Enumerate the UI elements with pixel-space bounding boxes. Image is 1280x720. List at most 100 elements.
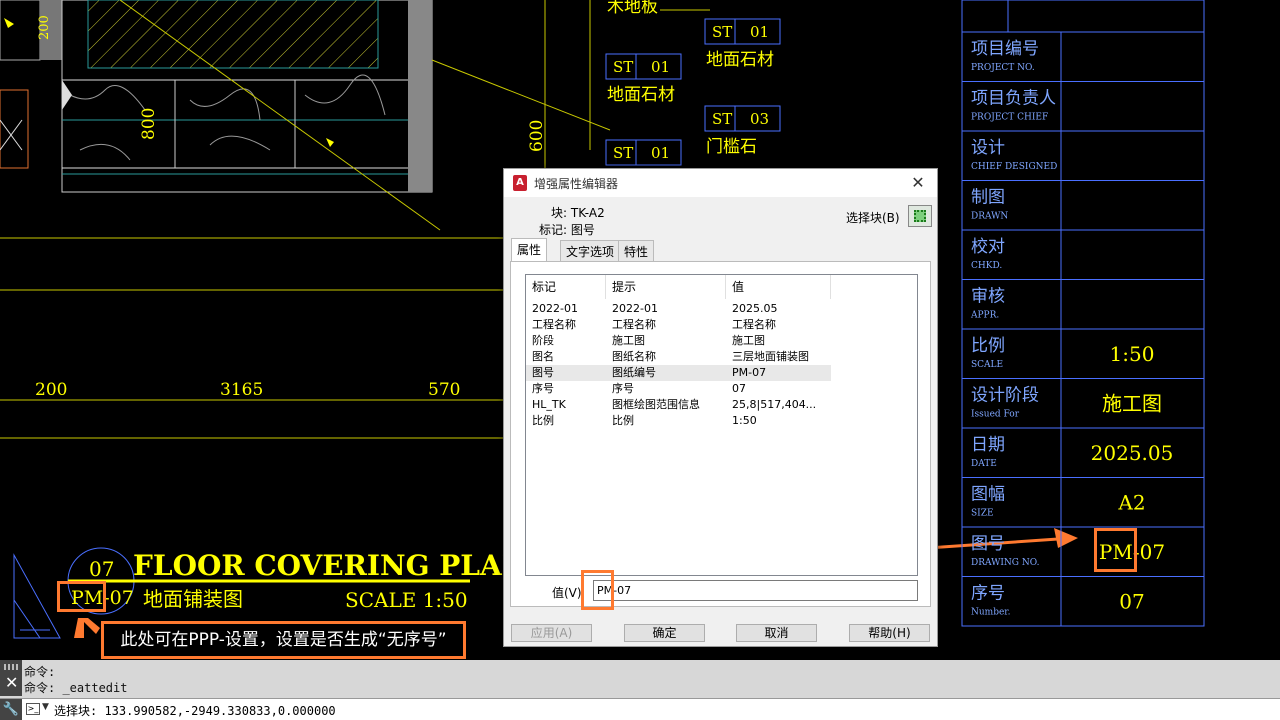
app-icon: A: [513, 175, 527, 191]
title-block-row: 制图 DRAWN: [962, 188, 1204, 231]
title-block-row: 图号DRAWING NO. PM-07: [962, 534, 1204, 577]
attribute-tag: 工程名称: [532, 318, 576, 331]
attribute-row[interactable]: 2022-01 2022-01 2025.05: [526, 301, 831, 317]
close-icon[interactable]: ✕: [5, 675, 18, 691]
enhanced-attribute-editor-dialog[interactable]: A 增强属性编辑器 ✕ 块: TK-A2 标记: 图号 选择块(B) 属性 文字…: [503, 168, 938, 647]
attribute-prompt: 序号: [612, 382, 634, 395]
title-block-label-en: DRAWING NO.: [971, 558, 1040, 568]
attribute-value: 1:50: [732, 414, 757, 427]
attribute-value: 施工图: [732, 334, 765, 347]
select-block-icon: [914, 210, 926, 222]
command-input[interactable]: 选择块: 133.990582,-2949.330833,0.000000: [54, 702, 336, 719]
title-block-label: 比例: [971, 336, 1005, 356]
title-block-label: 审核: [971, 287, 1005, 307]
svg-text:ST: ST: [613, 144, 633, 162]
title-block-row: 项目负责人 PROJECT CHIEF: [962, 89, 1204, 132]
dim-200: 200: [35, 380, 67, 400]
attribute-tag: 阶段: [532, 334, 554, 347]
highlight-plan-drawing-no: [57, 581, 106, 612]
title-block-label: 设计: [971, 138, 1005, 158]
svg-text:ST: ST: [712, 110, 732, 128]
attribute-row[interactable]: 图名 图纸名称 三层地面铺装图: [526, 349, 831, 365]
highlight-value-input: [581, 570, 614, 610]
title-block-label-en: SCALE: [971, 360, 1003, 370]
attribute-value: 三层地面铺装图: [732, 350, 809, 363]
title-block-label: 设计阶段: [971, 386, 1039, 406]
tab-properties[interactable]: 特性: [618, 240, 655, 261]
attribute-prompt: 图纸名称: [612, 350, 656, 363]
title-block-row: 日期 DATE 2025.05: [962, 435, 1204, 478]
command-window[interactable]: ✕ 命令: 命令: _eattedit 🔧 >_ ▼ 选择块: 133.9905…: [0, 660, 1280, 720]
title-block-label-en: Issued For: [971, 410, 1020, 420]
apply-button[interactable]: 应用(A): [511, 624, 592, 642]
column-header-value[interactable]: 值: [726, 275, 831, 299]
command-history-line: 命令:: [24, 665, 56, 679]
attribute-value: PM-07: [732, 366, 767, 379]
svg-text:01: 01: [651, 144, 670, 162]
title-block-row: 图幅 SIZE A2: [962, 485, 1204, 528]
command-window-handle[interactable]: ✕: [0, 660, 22, 696]
title-block-label: 图幅: [971, 485, 1005, 505]
dim-3165: 3165: [220, 380, 263, 400]
pointer-arrowhead-icon: [1054, 528, 1078, 548]
attribute-list[interactable]: 标记 提示 值 2022-01 2022-01 2025.05 工程名称 工程名称 工程名…: [525, 274, 918, 576]
title-block-label: 项目编号: [971, 39, 1039, 59]
help-button[interactable]: 帮助(H): [849, 624, 930, 642]
highlight-titleblock-drawing-no: [1094, 528, 1137, 572]
svg-text:03: 03: [750, 110, 769, 128]
tag-label: 标记: 图号: [539, 223, 595, 237]
attribute-row[interactable]: 序号 序号 07: [526, 381, 831, 397]
chevron-down-icon[interactable]: ▼: [42, 702, 49, 712]
grip-icon[interactable]: [4, 664, 18, 670]
title-block-label-en: PROJECT CHIEF: [971, 113, 1048, 123]
attributes-panel: 标记 提示 值 2022-01 2022-01 2025.05 工程名称 工程名称 工程名…: [510, 261, 931, 607]
annotation-callout: 此处可在PPP-设置，设置是否生成“无序号”: [101, 621, 466, 659]
dialog-titlebar[interactable]: A 增强属性编辑器 ✕: [504, 169, 937, 197]
dim-570: 570: [428, 380, 460, 400]
title-block-label-en: Number.: [971, 608, 1011, 618]
command-prompt-icon[interactable]: >_: [26, 703, 40, 715]
select-block-label: 选择块(B): [846, 211, 900, 225]
title-block-row: 设计阶段 Issued For 施工图: [962, 386, 1204, 429]
value-label: 值(V): [552, 586, 582, 600]
ok-button[interactable]: 确定: [624, 624, 705, 642]
dialog-title: 增强属性编辑器: [534, 177, 619, 191]
column-header-prompt[interactable]: 提示: [606, 275, 726, 299]
title-block-label-en: SIZE: [971, 509, 994, 519]
column-header-tag[interactable]: 标记: [526, 275, 606, 299]
material-tag[interactable]: ST 01: [704, 18, 781, 45]
attribute-tag: 图号: [532, 366, 554, 379]
attribute-row[interactable]: HL_TK 图框绘图范围信息 25,8|517,404...: [526, 397, 831, 413]
select-block-button[interactable]: [908, 205, 932, 227]
plan-number: 07: [89, 557, 114, 581]
attribute-prompt: 比例: [612, 414, 634, 427]
plan-scale: SCALE 1:50: [345, 588, 468, 612]
attribute-tag: 图名: [532, 350, 554, 363]
attribute-value: 07: [732, 382, 746, 395]
attribute-prompt: 图纸编号: [612, 366, 656, 379]
attribute-row[interactable]: 工程名称 工程名称 工程名称: [526, 317, 831, 333]
close-icon[interactable]: ✕: [905, 171, 931, 195]
wrench-icon[interactable]: 🔧: [0, 699, 22, 720]
title-block-label-en: APPR.: [970, 311, 999, 321]
title-block-label: 序号: [971, 584, 1005, 604]
title-block-value: 2025.05: [1091, 441, 1174, 465]
plan-title[interactable]: 07 PM-07 FLOOR COVERING PLAN 地面铺装图 SCALE…: [67, 547, 527, 615]
plan-title-en: FLOOR COVERING PLAN: [133, 549, 527, 582]
attribute-row[interactable]: 阶段 施工图 施工图: [526, 333, 831, 349]
value-input[interactable]: [593, 580, 918, 601]
material-tag[interactable]: ST 01: [605, 139, 682, 166]
label-stone-floor: 地面石材: [706, 50, 774, 70]
tab-text-options[interactable]: 文字选项: [560, 240, 621, 261]
north-arrow-icon: [13, 553, 61, 639]
cancel-button[interactable]: 取消: [736, 624, 817, 642]
attribute-prompt: 工程名称: [612, 318, 656, 331]
tab-attributes[interactable]: 属性: [511, 238, 548, 262]
label-threshold-stone: 门槛石: [706, 137, 757, 157]
command-line[interactable]: 🔧 >_ ▼ 选择块: 133.990582,-2949.330833,0.00…: [0, 698, 1280, 720]
attribute-tag: 序号: [532, 382, 554, 395]
attribute-row[interactable]: 比例 比例 1:50: [526, 413, 831, 429]
attribute-row[interactable]: 图号 图纸编号 PM-07: [526, 365, 831, 381]
material-tag[interactable]: ST 01: [605, 53, 682, 80]
material-tag[interactable]: ST 03: [704, 105, 781, 132]
